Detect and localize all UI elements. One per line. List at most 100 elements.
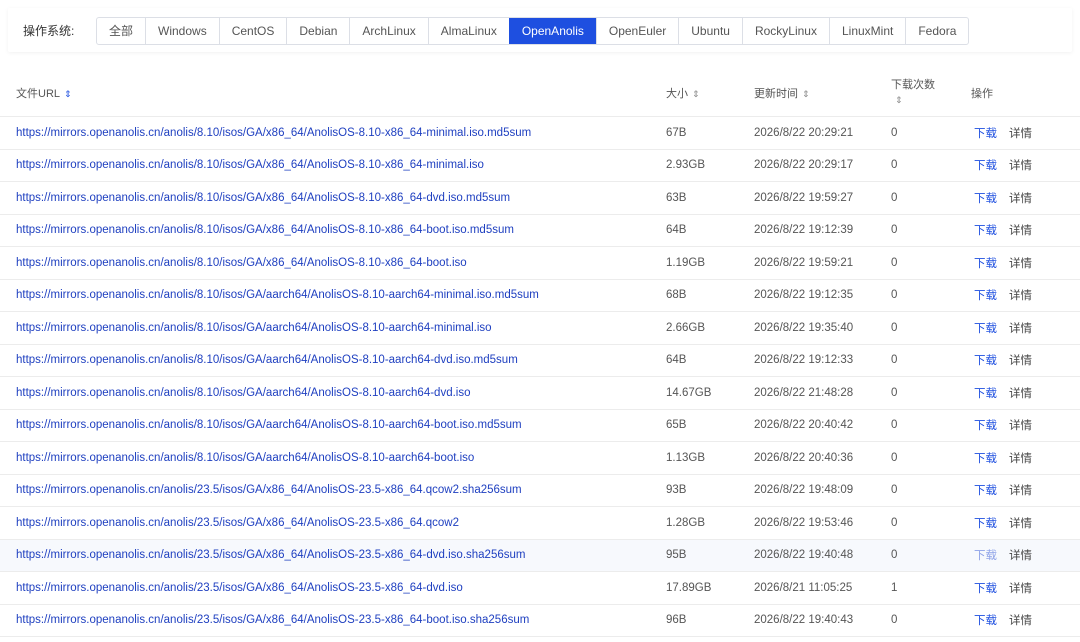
detail-button[interactable]: 详情 (1009, 583, 1032, 595)
header-count[interactable]: 下载次数 ⇕ (891, 70, 971, 117)
detail-button[interactable]: 详情 (1009, 518, 1032, 530)
url-cell: https://mirrors.openanolis.cn/anolis/8.1… (0, 409, 666, 442)
file-url-link[interactable]: https://mirrors.openanolis.cn/anolis/23.… (16, 549, 525, 561)
header-time[interactable]: 更新时间 ⇕ (754, 70, 891, 117)
action-cell: 下载 详情 (971, 604, 1080, 637)
header-url[interactable]: 文件URL ⇕ (0, 70, 666, 117)
file-url-link[interactable]: https://mirrors.openanolis.cn/anolis/8.1… (16, 322, 492, 334)
header-action-label: 操作 (971, 88, 993, 100)
download-button[interactable]: 下载 (974, 550, 997, 562)
time-cell: 2026/8/21 11:05:25 (754, 571, 891, 605)
detail-button[interactable]: 详情 (1009, 323, 1032, 335)
file-url-link[interactable]: https://mirrors.openanolis.cn/anolis/8.1… (16, 127, 531, 139)
action-cell: 下载 详情 (971, 279, 1080, 312)
time-cell: 2026/8/22 19:12:33 (754, 344, 891, 377)
download-button[interactable]: 下载 (974, 388, 997, 400)
os-filter-option[interactable]: Debian (286, 18, 349, 44)
download-button[interactable]: 下载 (974, 615, 997, 627)
download-button[interactable]: 下载 (974, 583, 997, 595)
detail-button[interactable]: 详情 (1009, 193, 1032, 205)
download-button[interactable]: 下载 (974, 193, 997, 205)
size-cell: 2.66GB (666, 311, 754, 345)
size-cell: 17.89GB (666, 571, 754, 605)
table-row: https://mirrors.openanolis.cn/anolis/8.1… (0, 409, 1080, 442)
detail-button[interactable]: 详情 (1009, 453, 1032, 465)
time-cell: 2026/8/22 19:35:40 (754, 311, 891, 345)
download-button[interactable]: 下载 (974, 225, 997, 237)
download-button[interactable]: 下载 (974, 420, 997, 432)
file-url-link[interactable]: https://mirrors.openanolis.cn/anolis/8.1… (16, 224, 514, 236)
size-cell: 14.67GB (666, 376, 754, 410)
action-cell: 下载 详情 (971, 344, 1080, 377)
download-button[interactable]: 下载 (974, 355, 997, 367)
size-cell: 65B (666, 409, 754, 442)
time-cell: 2026/8/22 21:48:28 (754, 376, 891, 410)
table-row: https://mirrors.openanolis.cn/anolis/23.… (0, 604, 1080, 637)
count-cell: 0 (891, 214, 971, 247)
download-button[interactable]: 下载 (974, 323, 997, 335)
url-cell: https://mirrors.openanolis.cn/anolis/23.… (0, 506, 666, 540)
download-button[interactable]: 下载 (974, 290, 997, 302)
file-url-link[interactable]: https://mirrors.openanolis.cn/anolis/8.1… (16, 289, 539, 301)
sort-icon[interactable]: ⇕ (692, 89, 700, 99)
os-filter-group: 全部 Windows CentOS Debian ArchLinux AlmaLinux O… (96, 17, 970, 45)
os-filter-option[interactable]: Ubuntu (678, 18, 742, 44)
os-filter-option[interactable]: RockyLinux (741, 18, 829, 44)
os-filter-option[interactable]: 全部 (97, 18, 145, 44)
file-url-link[interactable]: https://mirrors.openanolis.cn/anolis/8.1… (16, 257, 467, 269)
file-url-link[interactable]: https://mirrors.openanolis.cn/anolis/23.… (16, 614, 529, 626)
detail-button[interactable]: 详情 (1009, 485, 1032, 497)
file-url-link[interactable]: https://mirrors.openanolis.cn/anolis/8.1… (16, 354, 518, 366)
table-row: https://mirrors.openanolis.cn/anolis/23.… (0, 474, 1080, 507)
file-url-link[interactable]: https://mirrors.openanolis.cn/anolis/8.1… (16, 452, 474, 464)
header-size[interactable]: 大小 ⇕ (666, 70, 754, 117)
table-row: https://mirrors.openanolis.cn/anolis/23.… (0, 571, 1080, 605)
detail-button[interactable]: 详情 (1009, 420, 1032, 432)
os-filter-option[interactable]: ArchLinux (349, 18, 427, 44)
os-filter-option[interactable]: OpenAnolis (508, 18, 596, 44)
table-row: https://mirrors.openanolis.cn/anolis/8.1… (0, 311, 1080, 345)
file-table: 文件URL ⇕ 大小 ⇕ 更新时间 ⇕ 下载次数 ⇕ 操作 https://mirro… (0, 70, 1080, 637)
detail-button[interactable]: 详情 (1009, 160, 1032, 172)
url-cell: https://mirrors.openanolis.cn/anolis/8.1… (0, 181, 666, 215)
file-url-link[interactable]: https://mirrors.openanolis.cn/anolis/8.1… (16, 387, 470, 399)
detail-button[interactable]: 详情 (1009, 290, 1032, 302)
os-filter-option[interactable]: Windows (145, 18, 219, 44)
file-url-link[interactable]: https://mirrors.openanolis.cn/anolis/23.… (16, 517, 459, 529)
count-cell: 0 (891, 311, 971, 345)
time-cell: 2026/8/22 20:29:21 (754, 116, 891, 150)
sort-icon[interactable]: ⇕ (802, 89, 810, 99)
detail-button[interactable]: 详情 (1009, 388, 1032, 400)
os-filter-option[interactable]: LinuxMint (828, 18, 905, 44)
count-cell: 0 (891, 279, 971, 312)
detail-button[interactable]: 详情 (1009, 258, 1032, 270)
detail-button[interactable]: 详情 (1009, 355, 1032, 367)
download-button[interactable]: 下载 (974, 485, 997, 497)
download-button[interactable]: 下载 (974, 160, 997, 172)
os-filter-option[interactable]: CentOS (218, 18, 287, 44)
sort-icon[interactable]: ⇕ (64, 89, 72, 99)
download-button[interactable]: 下载 (974, 128, 997, 140)
detail-button[interactable]: 详情 (1009, 615, 1032, 627)
os-filter-option[interactable]: AlmaLinux (427, 18, 509, 44)
detail-button[interactable]: 详情 (1009, 550, 1032, 562)
os-filter-option[interactable]: Fedora (905, 18, 968, 44)
download-button[interactable]: 下载 (974, 518, 997, 530)
download-button[interactable]: 下载 (974, 453, 997, 465)
header-time-label: 更新时间 (754, 88, 798, 100)
sort-icon[interactable]: ⇕ (895, 95, 903, 105)
file-url-link[interactable]: https://mirrors.openanolis.cn/anolis/8.1… (16, 192, 510, 204)
os-filter-option[interactable]: OpenEuler (595, 18, 678, 44)
file-url-link[interactable]: https://mirrors.openanolis.cn/anolis/23.… (16, 582, 463, 594)
action-cell: 下载 详情 (971, 409, 1080, 442)
file-url-link[interactable]: https://mirrors.openanolis.cn/anolis/8.1… (16, 159, 484, 171)
file-url-link[interactable]: https://mirrors.openanolis.cn/anolis/23.… (16, 484, 522, 496)
download-button[interactable]: 下载 (974, 258, 997, 270)
detail-button[interactable]: 详情 (1009, 225, 1032, 237)
file-url-link[interactable]: https://mirrors.openanolis.cn/anolis/8.1… (16, 419, 522, 431)
table-row: https://mirrors.openanolis.cn/anolis/8.1… (0, 116, 1080, 150)
action-cell: 下载 详情 (971, 571, 1080, 605)
time-cell: 2026/8/22 19:59:21 (754, 246, 891, 280)
action-cell: 下载 详情 (971, 214, 1080, 247)
detail-button[interactable]: 详情 (1009, 128, 1032, 140)
